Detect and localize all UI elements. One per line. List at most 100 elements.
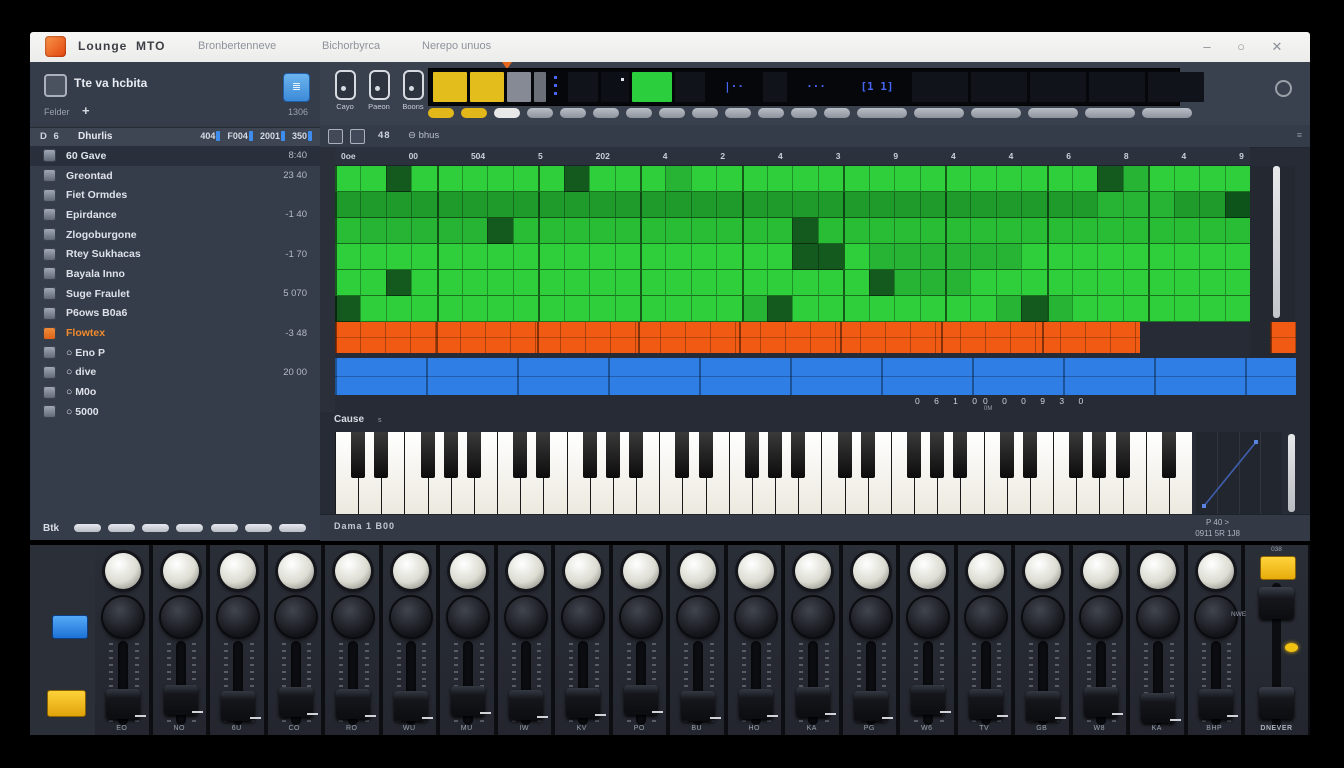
grid-cell[interactable] [869,166,894,192]
grid-cell[interactable] [996,296,1021,322]
grid-cell[interactable] [538,192,563,218]
footer-pill[interactable] [142,524,169,532]
pan-knob[interactable] [220,553,256,589]
grid-cell[interactable] [487,296,512,322]
grid-cell[interactable] [970,270,995,296]
grid-cell[interactable] [843,192,868,218]
grid-cell[interactable] [1123,296,1148,322]
grid-cell[interactable] [691,192,716,218]
grid-cell[interactable] [386,244,411,270]
grid-cell[interactable] [945,296,970,322]
grid-cell[interactable] [564,244,589,270]
grid-cell[interactable] [843,244,868,270]
pan-knob[interactable] [738,553,774,589]
grid-cell[interactable] [970,244,995,270]
grid-cell[interactable] [691,270,716,296]
pan-knob[interactable] [968,553,1004,589]
grid-cell[interactable] [996,244,1021,270]
grid-cell[interactable] [996,166,1021,192]
grid-cell[interactable] [894,192,919,218]
grid-cell[interactable] [1148,270,1173,296]
footer-pill[interactable] [245,524,272,532]
orange-track-row[interactable] [335,322,1296,353]
track-row[interactable]: Fiet Ormdes [30,185,320,205]
grid-cell[interactable] [665,192,690,218]
grid-cell[interactable] [411,270,436,296]
step-grid[interactable] [335,166,1250,322]
grid-cell[interactable] [1225,218,1250,244]
grid-cell[interactable] [1174,192,1199,218]
track-row[interactable]: ○ M0o [30,382,320,402]
black-key[interactable] [606,432,620,478]
footer-pill[interactable] [211,524,238,532]
black-key[interactable] [374,432,388,478]
black-key[interactable] [675,432,689,478]
grid-cell[interactable] [411,218,436,244]
footer-pill[interactable] [176,524,203,532]
grid-cell[interactable] [1097,296,1122,322]
grid-cell[interactable] [742,166,767,192]
grid-cell[interactable] [792,218,817,244]
grid-cell[interactable] [615,296,640,322]
grid-cell[interactable] [1225,166,1250,192]
grid-cell[interactable] [716,166,741,192]
step-pill[interactable] [494,108,520,118]
pan-knob[interactable] [1083,553,1119,589]
grid-cell[interactable] [767,192,792,218]
grid-cell[interactable] [589,218,614,244]
grid-cell[interactable] [894,166,919,192]
close-button[interactable]: ✕ [1266,37,1288,57]
gain-knob[interactable] [851,597,891,637]
step-pill[interactable] [791,108,817,118]
grid-cell[interactable] [691,244,716,270]
grid-cell[interactable] [716,218,741,244]
track-row[interactable]: Epirdance -1 40 [30,205,320,225]
pan-knob[interactable] [680,553,716,589]
grid-cell[interactable] [1123,218,1148,244]
track-row[interactable]: P6ows B0a6 [30,304,320,324]
pan-knob[interactable] [335,553,371,589]
track-row[interactable]: ○ dive 20 00 [30,363,320,383]
footer-pill[interactable] [108,524,135,532]
grid-cell[interactable] [1199,218,1224,244]
step-pill[interactable] [758,108,784,118]
grid-cell[interactable] [386,218,411,244]
grid-cell[interactable] [589,192,614,218]
gain-knob[interactable] [793,597,833,637]
master-yellow-button[interactable] [1260,556,1296,580]
track-row[interactable]: Rtey Sukhacas -1 70 [30,244,320,264]
grid-cell[interactable] [1021,192,1046,218]
grid-cell[interactable] [1097,166,1122,192]
grid-cell[interactable] [970,166,995,192]
grid-cell[interactable] [589,166,614,192]
grid-cell[interactable] [996,270,1021,296]
gain-knob[interactable] [1023,597,1063,637]
gain-knob[interactable] [161,597,201,637]
grid-cell[interactable] [640,244,665,270]
grid-cell[interactable] [818,166,843,192]
grid-cell[interactable] [1174,218,1199,244]
grid-cell[interactable] [843,218,868,244]
grid-cell[interactable] [513,244,538,270]
grid-cell[interactable] [767,270,792,296]
pan-knob[interactable] [623,553,659,589]
grid-cell[interactable] [335,244,360,270]
grid-cell[interactable] [335,270,360,296]
grid-cell[interactable] [437,244,462,270]
grid-cell[interactable] [1174,296,1199,322]
black-key[interactable] [629,432,643,478]
black-key[interactable] [953,432,967,478]
collapse-icon[interactable]: ≡ [1297,130,1302,140]
grid-scrollbar[interactable] [1273,166,1280,318]
step-pill-wide[interactable] [1142,108,1192,118]
grid-cell[interactable] [996,218,1021,244]
grid-cell[interactable] [894,218,919,244]
pan-knob[interactable] [853,553,889,589]
grid-cell[interactable] [411,296,436,322]
grid-cell[interactable] [1148,296,1173,322]
list-icon[interactable] [328,129,343,144]
track-row[interactable]: 60 Gave 8:40 [30,146,320,166]
grid-cell[interactable] [1199,270,1224,296]
gain-knob[interactable] [391,597,431,637]
grid-cell[interactable] [792,244,817,270]
